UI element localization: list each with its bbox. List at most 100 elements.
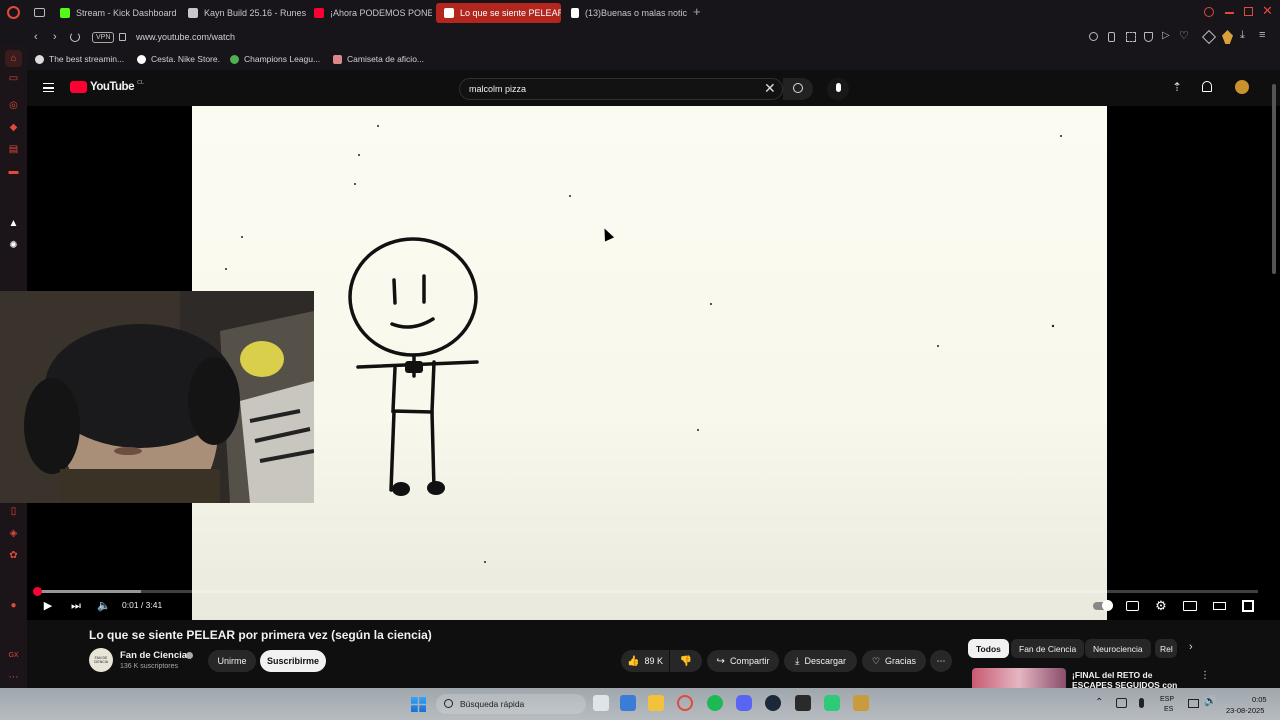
subtitles-icon[interactable] <box>1126 601 1139 611</box>
tab-kick-dashboard[interactable]: Stream - Kick Dashboard <box>52 3 180 23</box>
next-video-title[interactable]: ¡FINAL del RETO de ESCAPES SEGUIDOS con <box>1072 670 1192 688</box>
bookmark-item[interactable]: The best streamin... <box>35 54 124 64</box>
close-window-button[interactable]: ✕ <box>1262 4 1274 18</box>
video-frame[interactable] <box>192 106 1107 620</box>
channel-avatar[interactable]: FAN DE CIENCIA <box>89 648 113 672</box>
user-avatar[interactable] <box>1235 80 1249 94</box>
pinboard-icon[interactable]: ▯ <box>8 506 19 517</box>
easy-setup-icon[interactable]: ≡ <box>1259 29 1265 41</box>
more-actions-button[interactable]: ⋯ <box>930 650 952 672</box>
tab-lo-que-se-siente[interactable]: Lo que se siente PELEAR <box>436 3 561 23</box>
opera-menu-icon[interactable] <box>7 6 20 19</box>
history-icon[interactable]: ◈ <box>8 528 19 539</box>
theater-mode-icon[interactable] <box>1213 602 1226 610</box>
bookmark-item[interactable]: Cesta. Nike Store. <box>137 54 220 64</box>
chatgpt-icon[interactable]: ✺ <box>8 240 19 251</box>
search-button[interactable] <box>783 78 813 100</box>
minimize-button[interactable] <box>1225 12 1234 14</box>
chip-neurociencia[interactable]: Neurociencia <box>1085 639 1151 658</box>
download-icon[interactable]: ⤓ <box>1240 29 1245 42</box>
back-button[interactable]: ‹ <box>34 31 38 43</box>
taskbar-search-box[interactable]: Búsqueda rápida <box>436 694 586 714</box>
download-button[interactable]: ⤓ Descargar <box>784 650 857 672</box>
dislike-button[interactable]: 👎 <box>670 650 702 672</box>
restore-button[interactable] <box>1244 7 1253 16</box>
search-tabs-icon[interactable] <box>1204 7 1214 17</box>
forward-button[interactable]: › <box>53 31 57 43</box>
vpn-badge[interactable]: VPN <box>92 32 115 43</box>
settings-gear-icon[interactable]: ⚙ <box>1154 599 1168 613</box>
thanks-button[interactable]: ♡ Gracias <box>862 650 926 672</box>
miniplayer-icon[interactable] <box>1183 601 1197 611</box>
play-icon[interactable]: ▷ <box>1162 30 1170 41</box>
new-tab-button[interactable]: + <box>693 5 705 19</box>
league-of-legends-icon[interactable] <box>853 695 869 711</box>
shield-icon[interactable] <box>1144 32 1153 42</box>
play-button-icon[interactable]: ▶ <box>41 599 55 613</box>
kick-icon <box>60 8 70 18</box>
share-button[interactable]: ↪ Compartir <box>707 650 779 672</box>
volume-icon[interactable]: 🔈 <box>97 599 111 613</box>
chip-fan-de-ciencia[interactable]: Fan de Ciencia <box>1011 639 1085 658</box>
language-indicator-top[interactable]: ESP <box>1160 696 1174 703</box>
opera-gx-taskbar-icon[interactable] <box>677 695 693 711</box>
url-field[interactable]: www.youtube.com/watch <box>136 32 235 42</box>
heart-icon[interactable]: ♡ <box>1179 29 1189 42</box>
like-button[interactable]: 👍 89 K <box>621 650 669 672</box>
bookmark-item[interactable]: Champions Leagu... <box>230 54 320 64</box>
aria-icon[interactable]: ▲ <box>8 218 19 229</box>
streaming-app-icon[interactable] <box>824 695 840 711</box>
chip-related[interactable]: Rel <box>1155 639 1177 658</box>
vk-icon[interactable]: ▤ <box>8 144 19 155</box>
page-scrollbar[interactable] <box>1272 84 1276 274</box>
tab-ahora-podemos[interactable]: ¡Ahora PODEMOS PONER <box>306 3 432 23</box>
settings-icon[interactable]: ✿ <box>8 550 19 561</box>
reload-icon[interactable] <box>70 32 80 42</box>
file-explorer-icon[interactable] <box>648 695 664 711</box>
tab-buenas-o-malas[interactable]: (13)Buenas o malas notic <box>563 3 689 23</box>
tray-network-icon[interactable] <box>1116 698 1127 708</box>
search-input[interactable]: malcolm pizza <box>469 84 526 94</box>
zoom-icon[interactable] <box>1089 32 1098 41</box>
account-icon[interactable] <box>1222 30 1233 44</box>
next-video-icon[interactable]: ⏭ <box>69 599 83 613</box>
spotify-icon[interactable] <box>707 695 723 711</box>
join-button[interactable]: Unirme <box>208 650 256 672</box>
task-view-icon[interactable] <box>593 695 609 711</box>
tab-kayn-build[interactable]: Kayn Build 25.16 - Runes, <box>180 3 306 23</box>
epic-games-icon[interactable] <box>795 695 811 711</box>
subscribe-button[interactable]: Suscribirme <box>260 650 326 672</box>
instagram-icon[interactable]: ◆ <box>8 122 19 133</box>
whatsapp-icon[interactable]: ◎ <box>8 100 19 111</box>
verified-badge-icon <box>186 652 193 659</box>
tray-mic-icon[interactable] <box>1139 698 1144 708</box>
discord-icon[interactable] <box>736 695 752 711</box>
microsoft-store-icon[interactable] <box>620 695 636 711</box>
tray-display-icon[interactable] <box>1188 699 1199 708</box>
tray-overflow-icon[interactable]: ⌃ <box>1095 697 1103 708</box>
pin-icon[interactable] <box>1108 32 1115 42</box>
bookmark-item[interactable]: Camiseta de aficio... <box>333 54 424 64</box>
home-icon[interactable]: ⌂ <box>5 50 22 67</box>
youtube-logo[interactable]: YouTube CL <box>70 80 144 93</box>
extensions-icon[interactable] <box>1201 29 1217 45</box>
clock-time[interactable]: 0:05 <box>1252 695 1267 704</box>
fullscreen-icon[interactable] <box>1242 600 1254 612</box>
tray-volume-icon[interactable]: 🔊 <box>1204 696 1216 707</box>
channel-name[interactable]: Fan de Ciencia <box>120 650 187 661</box>
next-video-menu-icon[interactable]: ⋮ <box>1200 670 1210 681</box>
snapshot-icon[interactable] <box>1126 32 1136 42</box>
chip-todos[interactable]: Todos <box>968 639 1009 658</box>
clear-search-icon[interactable]: ✕ <box>764 80 776 97</box>
more-icon[interactable]: ⋯ <box>8 672 19 683</box>
tab-overview-icon[interactable] <box>34 8 45 17</box>
player-icon[interactable]: ● <box>8 600 19 611</box>
chips-next-icon[interactable]: › <box>1189 641 1193 653</box>
steam-icon[interactable] <box>765 695 781 711</box>
messenger-icon[interactable]: ▭ <box>8 73 19 84</box>
notifications-bell-icon[interactable] <box>1202 81 1212 92</box>
twitch-icon[interactable]: ▬ <box>8 166 19 177</box>
upload-icon[interactable]: ⇡ <box>1172 80 1182 94</box>
gx-icon[interactable]: GX <box>8 650 19 661</box>
next-video-thumbnail[interactable] <box>972 668 1066 688</box>
